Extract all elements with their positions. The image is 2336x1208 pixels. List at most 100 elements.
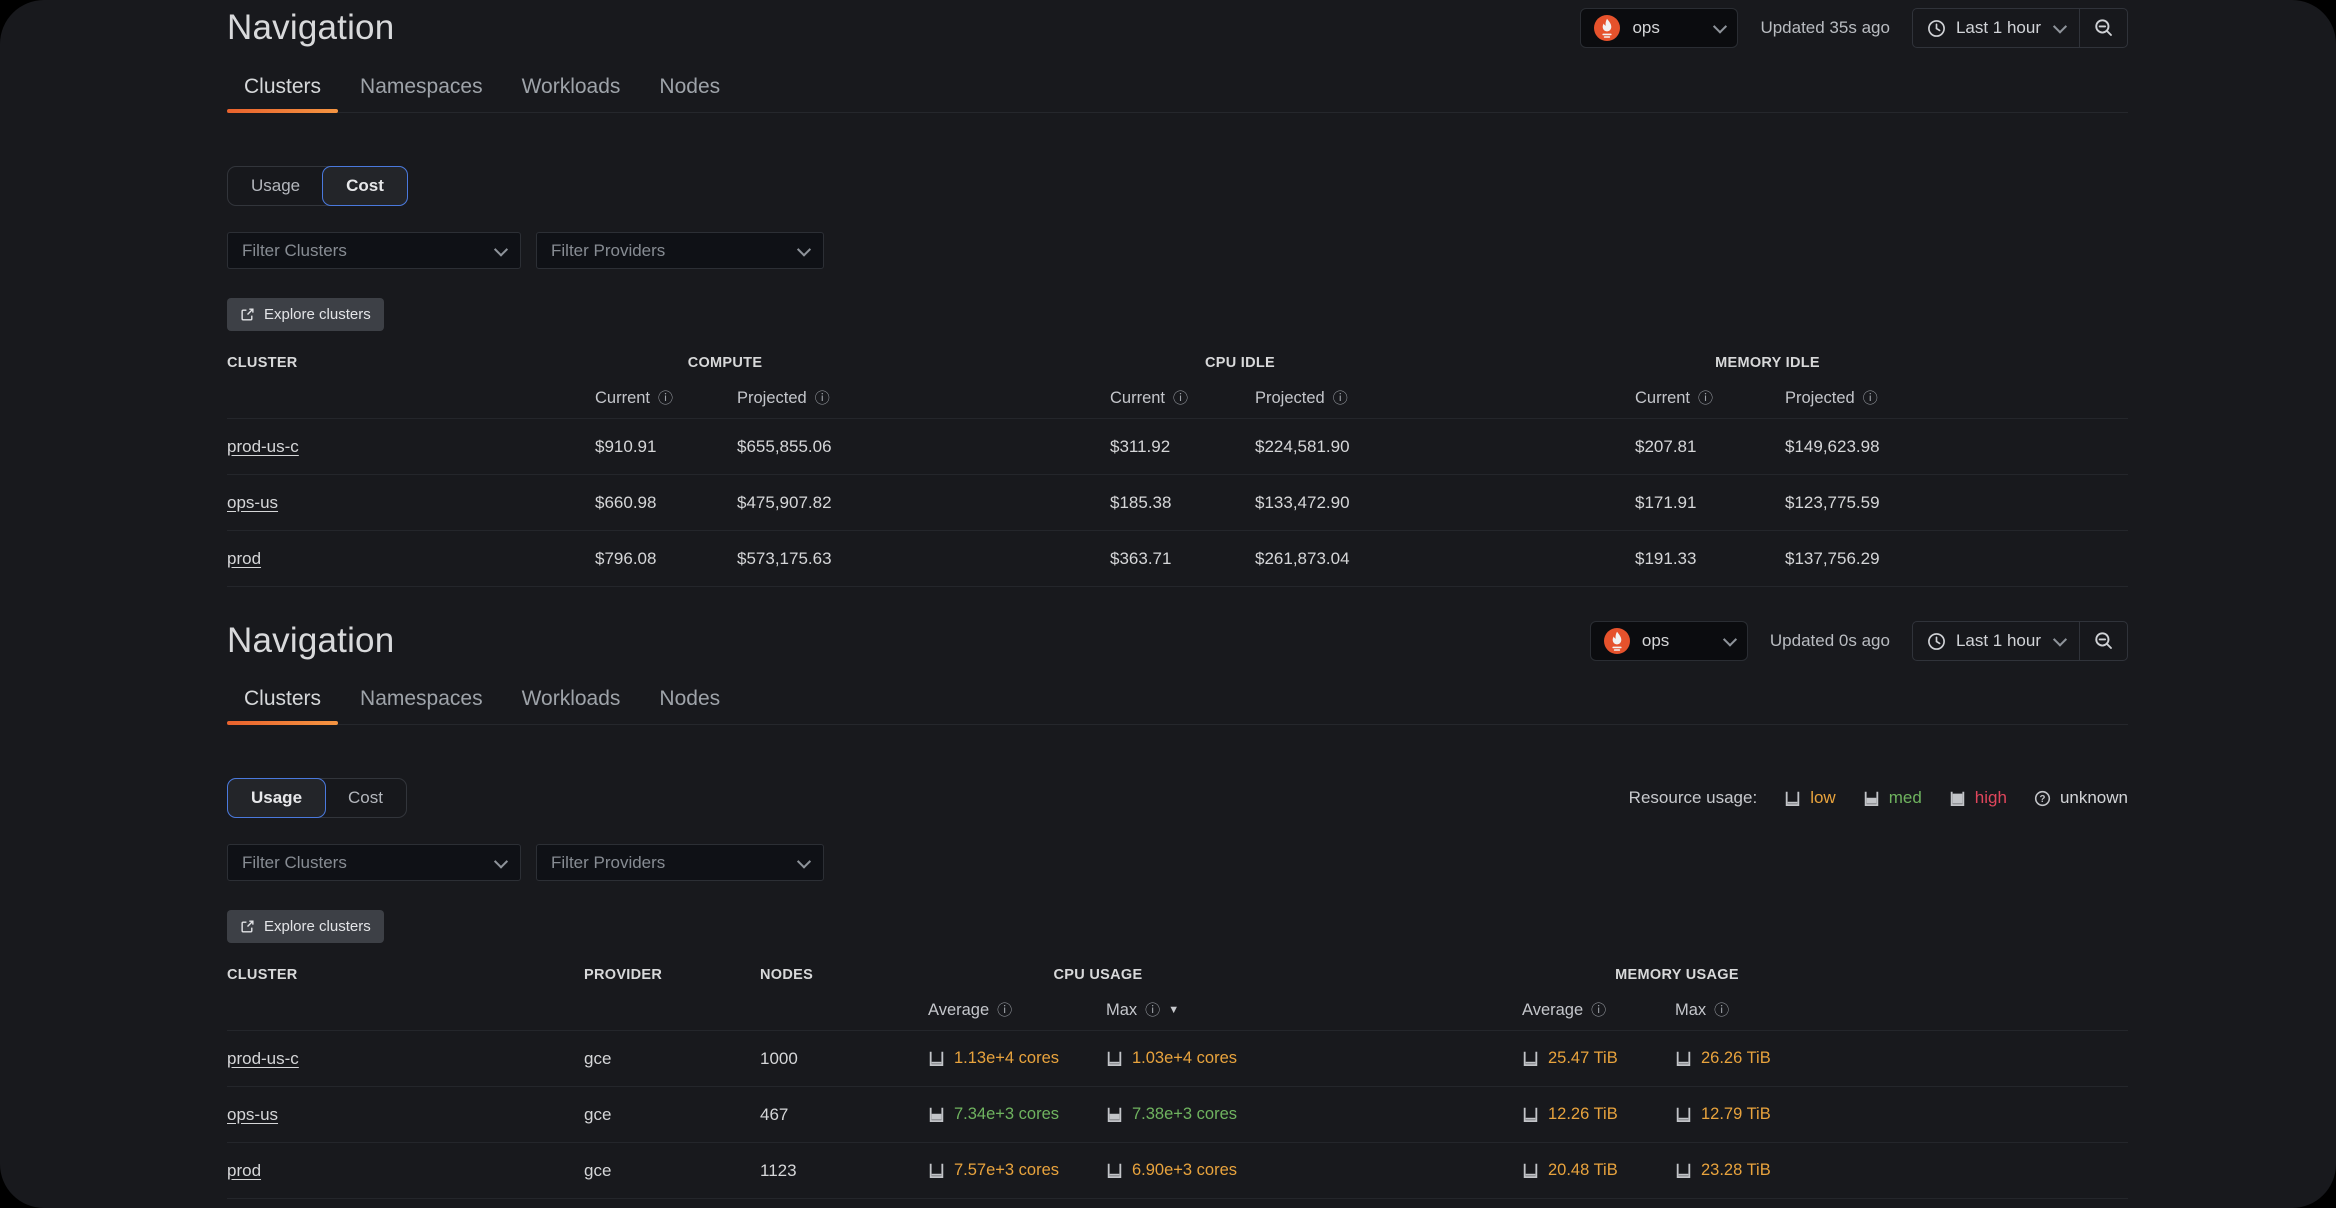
cluster-link[interactable]: prod-us-c <box>227 1049 299 1068</box>
page-title: Navigation <box>227 621 394 661</box>
filter-clusters-select[interactable]: Filter Clusters <box>227 232 521 269</box>
nodes-cell: 1123 <box>760 1161 928 1181</box>
memory-average-cell: 20.48 TiB <box>1522 1161 1675 1180</box>
value-cell: $655,855.06 <box>737 437 1110 457</box>
usage-level-med-icon <box>928 1106 945 1123</box>
value-cell: $133,472.90 <box>1255 493 1635 513</box>
info-icon[interactable] <box>1863 391 1878 406</box>
datasource-value: ops <box>1632 18 1700 38</box>
value-cell: $660.98 <box>595 493 737 513</box>
explore-clusters-button[interactable]: Explore clusters <box>227 910 384 943</box>
legend-item-high: high <box>1949 788 2007 808</box>
info-icon[interactable] <box>997 1003 1012 1018</box>
info-icon[interactable] <box>1714 1003 1729 1018</box>
cpu-max-cell: 7.38e+3 cores <box>1106 1105 1522 1124</box>
provider-cell: gce <box>584 1049 760 1069</box>
info-icon[interactable] <box>1698 391 1713 406</box>
filter-clusters-select[interactable]: Filter Clusters <box>227 844 521 881</box>
time-range-picker[interactable]: Last 1 hour <box>1913 622 2079 660</box>
tab-workloads[interactable]: Workloads <box>505 75 638 112</box>
col-header-cpu-idle: CPU IDLE <box>1110 355 1370 371</box>
subcol-cpu-average[interactable]: Average <box>928 1001 1106 1020</box>
subcol-memory-projected[interactable]: Projected <box>1785 389 2128 408</box>
usage-level-low-icon <box>1106 1162 1123 1179</box>
external-link-icon <box>240 919 255 934</box>
value-cell: $363.71 <box>1110 549 1255 569</box>
sort-desc-icon <box>1168 1004 1179 1016</box>
toggle-usage-button[interactable]: Usage <box>227 778 326 818</box>
value-cell: $171.91 <box>1635 493 1785 513</box>
info-icon[interactable] <box>1173 391 1188 406</box>
tab-workloads[interactable]: Workloads <box>505 687 638 724</box>
chevron-down-icon <box>2053 633 2067 647</box>
toggle-cost-button[interactable]: Cost <box>324 778 407 818</box>
zoom-out-button[interactable] <box>2079 9 2127 47</box>
tab-namespaces[interactable]: Namespaces <box>343 687 500 724</box>
cpu-average-cell: 7.34e+3 cores <box>928 1105 1106 1124</box>
table-row: prod $796.08 $573,175.63 $363.71 $261,87… <box>227 530 2128 587</box>
usage-level-low-icon <box>928 1050 945 1067</box>
usage-level-med-icon <box>1863 790 1880 807</box>
subcol-memory-max[interactable]: Max <box>1675 1001 2128 1020</box>
value-cell: $207.81 <box>1635 437 1785 457</box>
legend-item-med: med <box>1863 788 1922 808</box>
subcol-memory-average[interactable]: Average <box>1522 1001 1675 1020</box>
tab-nodes[interactable]: Nodes <box>642 687 737 724</box>
info-icon[interactable] <box>658 391 673 406</box>
subcol-cpu-current[interactable]: Current <box>1110 389 1255 408</box>
cluster-link[interactable]: prod <box>227 549 261 568</box>
usage-level-low-icon <box>1675 1050 1692 1067</box>
filter-providers-select[interactable]: Filter Providers <box>536 232 824 269</box>
explore-clusters-label: Explore clusters <box>264 918 371 935</box>
filter-providers-placeholder: Filter Providers <box>551 241 795 261</box>
prometheus-icon <box>1603 627 1631 655</box>
time-range-label: Last 1 hour <box>1956 18 2041 38</box>
cluster-link[interactable]: prod-us-c <box>227 437 299 456</box>
chevron-down-icon <box>2053 20 2067 34</box>
chevron-down-icon <box>797 242 811 256</box>
subcol-compute-projected[interactable]: Projected <box>737 389 1110 408</box>
cluster-link[interactable]: ops-us <box>227 1105 278 1124</box>
col-header-cluster: CLUSTER <box>227 967 584 983</box>
zoom-out-button[interactable] <box>2079 622 2127 660</box>
datasource-picker[interactable]: ops <box>1590 621 1748 661</box>
toggle-cost-button[interactable]: Cost <box>322 166 408 206</box>
table-row: ops-us gce 467 7.34e+3 cores 7.38e+3 cor… <box>227 1086 2128 1142</box>
value-cell: $149,623.98 <box>1785 437 2128 457</box>
filter-providers-select[interactable]: Filter Providers <box>536 844 824 881</box>
chevron-down-icon <box>797 854 811 868</box>
tab-bar: Clusters Namespaces Workloads Nodes <box>227 75 2128 113</box>
cpu-max-cell: 6.90e+3 cores <box>1106 1161 1522 1180</box>
value-cell: $123,775.59 <box>1785 493 2128 513</box>
filter-clusters-placeholder: Filter Clusters <box>242 853 492 873</box>
memory-average-cell: 25.47 TiB <box>1522 1049 1675 1068</box>
filter-providers-placeholder: Filter Providers <box>551 853 795 873</box>
subcol-cpu-max-sorted[interactable]: Max <box>1106 1001 1522 1020</box>
cluster-link[interactable]: prod <box>227 1161 261 1180</box>
clock-icon <box>1927 632 1946 651</box>
memory-max-cell: 12.79 TiB <box>1675 1105 2128 1124</box>
info-icon[interactable] <box>1145 1003 1160 1018</box>
info-icon[interactable] <box>1333 391 1348 406</box>
tab-namespaces[interactable]: Namespaces <box>343 75 500 112</box>
subcol-compute-current[interactable]: Current <box>595 389 737 408</box>
tab-nodes[interactable]: Nodes <box>642 75 737 112</box>
subcol-cpu-projected[interactable]: Projected <box>1255 389 1635 408</box>
explore-clusters-button[interactable]: Explore clusters <box>227 298 384 331</box>
value-cell: $573,175.63 <box>737 549 1110 569</box>
tab-clusters[interactable]: Clusters <box>227 75 338 112</box>
subcol-memory-current[interactable]: Current <box>1635 389 1785 408</box>
datasource-picker[interactable]: ops <box>1580 8 1738 48</box>
time-range-picker[interactable]: Last 1 hour <box>1913 9 2079 47</box>
tab-clusters[interactable]: Clusters <box>227 687 338 724</box>
info-icon[interactable] <box>815 391 830 406</box>
toggle-usage-button[interactable]: Usage <box>227 166 324 206</box>
updated-status: Updated 35s ago <box>1760 18 1890 38</box>
usage-table: CLUSTER PROVIDER NODES CPU USAGE MEMORY … <box>227 959 2128 1199</box>
usage-level-unknown-icon: ? <box>2034 790 2051 807</box>
info-icon[interactable] <box>1591 1003 1606 1018</box>
cluster-link[interactable]: ops-us <box>227 493 278 512</box>
cpu-average-cell: 7.57e+3 cores <box>928 1161 1106 1180</box>
table-row: prod-us-c $910.91 $655,855.06 $311.92 $2… <box>227 418 2128 474</box>
datasource-value: ops <box>1642 631 1710 651</box>
